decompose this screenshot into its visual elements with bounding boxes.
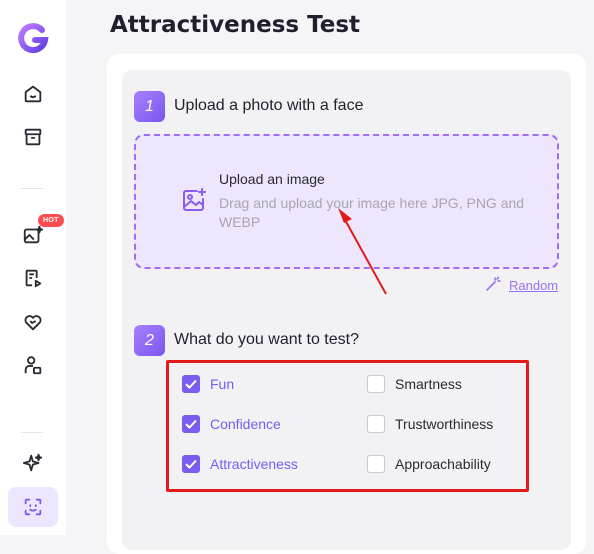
person-icon[interactable] [21, 353, 45, 377]
option-trustworthiness[interactable]: Trustworthiness [367, 415, 493, 433]
checkbox-checked[interactable] [182, 415, 200, 433]
heart-icon[interactable] [21, 310, 45, 334]
option-label: Trustworthiness [395, 416, 494, 432]
upload-description: Drag and upload your image here JPG, PNG… [219, 195, 525, 230]
option-smartness[interactable]: Smartness [367, 375, 462, 393]
hot-badge: HOT [38, 214, 64, 227]
add-image-icon [180, 186, 208, 214]
checkbox-checked[interactable] [182, 375, 200, 393]
archive-icon[interactable] [21, 125, 45, 149]
app-logo[interactable] [16, 21, 50, 55]
checkbox-unchecked[interactable] [367, 455, 385, 473]
option-fun[interactable]: Fun [182, 375, 234, 393]
step-2-title: What do you want to test? [174, 331, 359, 348]
option-approachability[interactable]: Approachability [367, 455, 491, 473]
sidebar-divider [21, 432, 43, 433]
random-link[interactable]: Random [484, 276, 558, 295]
option-label: Approachability [395, 456, 491, 472]
face-scan-icon[interactable] [21, 495, 45, 519]
checkbox-checked[interactable] [182, 455, 200, 473]
option-label: Smartness [395, 376, 462, 392]
home-icon[interactable] [21, 82, 45, 106]
random-label: Random [509, 278, 559, 293]
step-1-title: Upload a photo with a face [174, 97, 364, 114]
option-confidence[interactable]: Confidence [182, 415, 281, 433]
sidebar: HOT [0, 0, 66, 535]
upload-heading: Upload an image [219, 171, 325, 187]
option-label: Fun [210, 376, 235, 392]
sidebar-divider [21, 188, 43, 189]
step-2-badge: 2 [134, 325, 165, 356]
step-1-badge: 1 [134, 91, 165, 122]
checkbox-unchecked[interactable] [367, 415, 385, 433]
option-label: Confidence [210, 416, 281, 432]
option-attractiveness[interactable]: Attractiveness [182, 455, 298, 473]
magic-wand-icon [484, 276, 502, 295]
option-label: Attractiveness [210, 456, 298, 472]
checkbox-unchecked[interactable] [367, 375, 385, 393]
page-title: Attractiveness Test [110, 12, 361, 38]
video-script-icon[interactable] [21, 266, 45, 290]
sparkles-icon[interactable] [21, 451, 45, 475]
